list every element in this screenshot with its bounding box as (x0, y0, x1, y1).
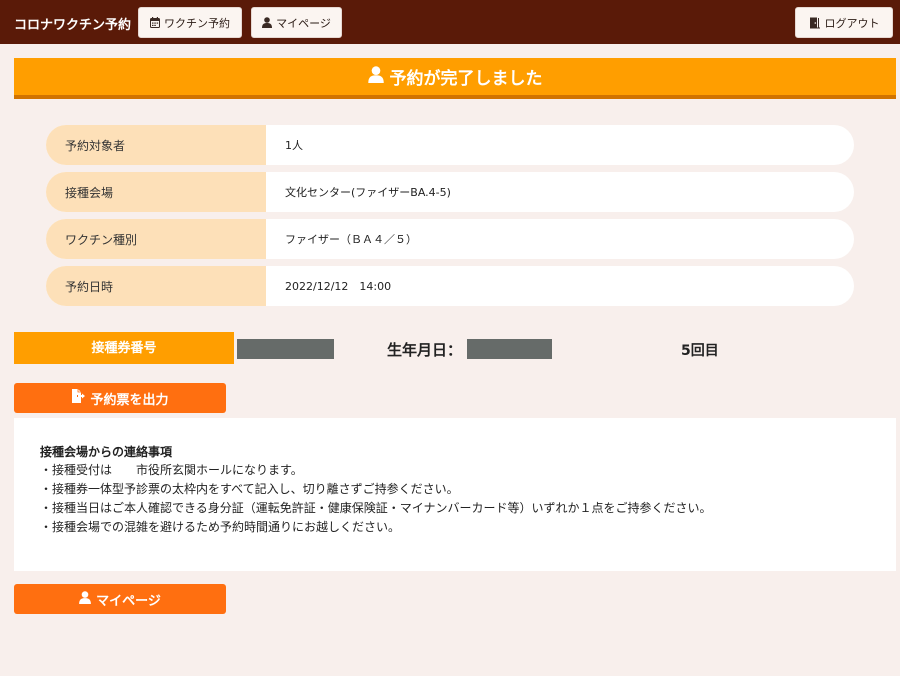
redacted-birthdate (467, 339, 552, 359)
calendar-icon (150, 17, 160, 28)
birthdate-label: 生年月日： (387, 341, 463, 359)
mypage-label: マイページ (96, 593, 161, 609)
user-icon (262, 17, 273, 28)
user-icon (79, 590, 92, 608)
logout-button[interactable]: ログアウト (795, 7, 893, 38)
detail-value: ファイザー（ＢＡ４／５） (285, 233, 417, 246)
print-reservation-label: 予約票を出力 (90, 392, 169, 408)
door-exit-icon (809, 17, 821, 29)
notice-line: ・接種会場での混雑を避けるため予約時間通りにお越しください。 (40, 520, 401, 534)
page-title: 予約が完了しました (14, 58, 896, 99)
app-brand[interactable]: コロナワクチン予約 (14, 14, 131, 33)
detail-value: 1人 (285, 139, 303, 152)
ticket-number-label: 接種券番号 (14, 332, 234, 364)
nav-mypage-label: マイページ (276, 16, 331, 30)
detail-row-venue: 接種会場 文化センター(ファイザーBA.4-5) (46, 172, 854, 212)
detail-row-target: 予約対象者 1人 (46, 125, 854, 165)
notice-line: ・接種券一体型予診票の太枠内をすべて記入し、切り離さずご持参ください。 (40, 482, 459, 496)
vaccine-reservation-button[interactable]: ワクチン予約 (138, 7, 242, 38)
top-navbar: コロナワクチン予約 ワクチン予約 マイページ ログアウト (0, 0, 900, 44)
detail-row-vaccine-type: ワクチン種別 ファイザー（ＢＡ４／５） (46, 219, 854, 259)
detail-label: 接種会場 (46, 172, 266, 212)
venue-notice: 接種会場からの連絡事項 ・接種受付は 市役所玄関ホールになります。 ・接種券一体… (14, 418, 896, 571)
notice-line: ・接種受付は 市役所玄関ホールになります。 (40, 463, 303, 477)
redacted-ticket-number (237, 339, 334, 359)
file-export-icon (71, 389, 86, 407)
user-icon (367, 65, 384, 88)
dose-count: 5回目 (681, 343, 719, 359)
detail-label: 予約日時 (46, 266, 266, 306)
page-title-text: 予約が完了しました (389, 69, 543, 89)
notice-line: ・接種当日はご本人確認できる身分証（運転免許証・健康保険証・マイナンバーカード等… (40, 501, 712, 515)
vaccine-reservation-label: ワクチン予約 (164, 16, 230, 30)
detail-label: ワクチン種別 (46, 219, 266, 259)
notice-title: 接種会場からの連絡事項 (40, 445, 173, 459)
logout-label: ログアウト (824, 16, 880, 30)
detail-row-datetime: 予約日時 2022/12/12 14:00 (46, 266, 854, 306)
print-reservation-button[interactable]: 予約票を出力 (14, 383, 226, 413)
nav-mypage-button[interactable]: マイページ (251, 7, 342, 38)
detail-value: 2022/12/12 14:00 (285, 280, 392, 293)
detail-value: 文化センター(ファイザーBA.4-5) (285, 186, 451, 199)
detail-label: 予約対象者 (46, 125, 266, 165)
mypage-button[interactable]: マイページ (14, 584, 226, 614)
